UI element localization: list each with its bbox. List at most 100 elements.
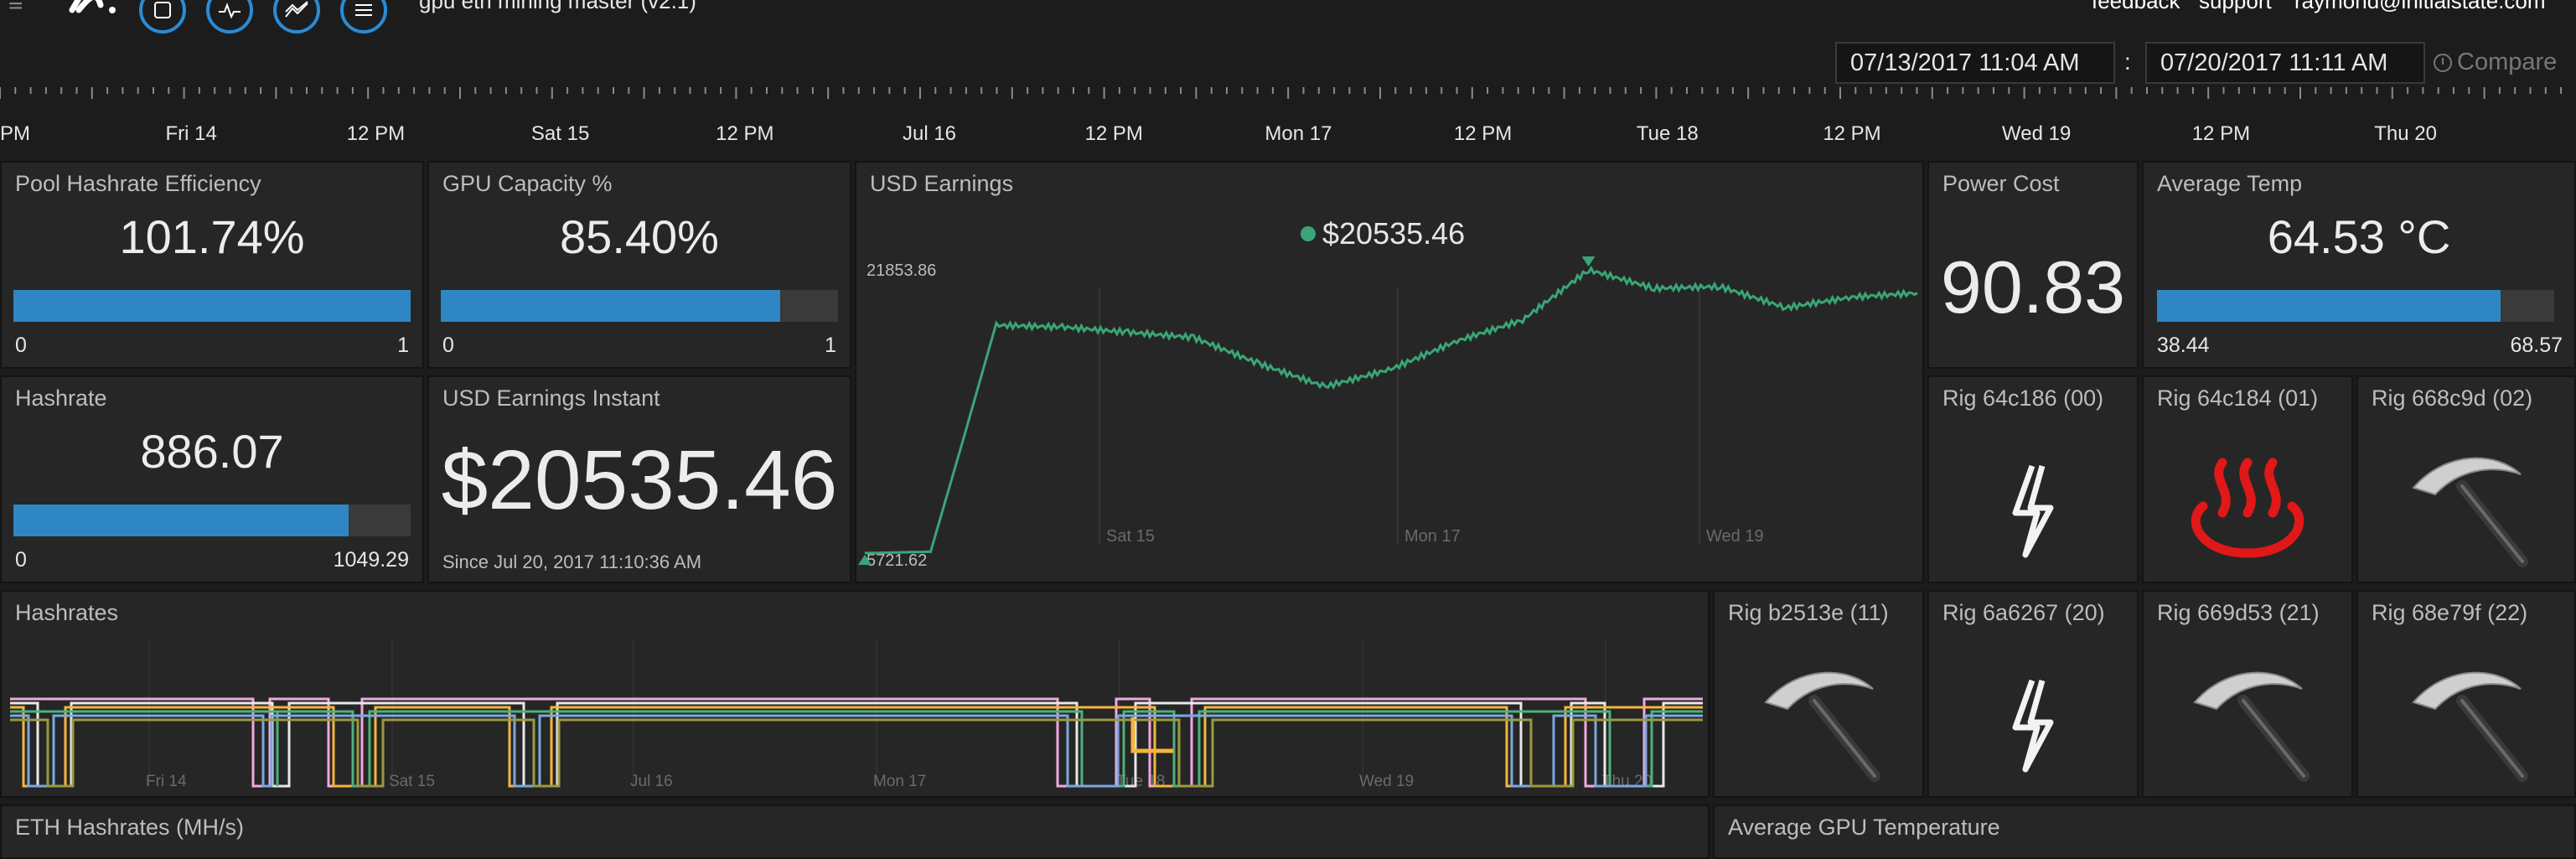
x-tick-label: Mon 17 (873, 773, 926, 790)
pool-efficiency-value: 101.74% (119, 210, 305, 263)
date-separator: : (2124, 49, 2131, 75)
hashrate-series-line (10, 714, 1703, 788)
x-tick-label: Mon 17 (1404, 527, 1461, 546)
tile-title: Pool Hashrate Efficiency (15, 171, 261, 196)
hashrates-chart[interactable]: Fri 14 Sat 15 Jul 16 Mon 17 Tue 18 Wed 19 Thu … (2, 592, 1710, 798)
usd-earnings-chart[interactable]: Sat 15 Mon 17 Wed 19 (856, 163, 1924, 583)
tile-rig-02[interactable]: Rig 668c9d (02) (2356, 375, 2576, 583)
tile-title: Average Temp (2157, 171, 2303, 196)
tile-title: Rig 668c9d (02) (2372, 386, 2533, 411)
tile-average-gpu-temperature[interactable]: Average GPU Temperature (1713, 805, 2576, 859)
pool-efficiency-bar-fill (13, 290, 411, 322)
timeline-tick-label: 2 PM (0, 122, 31, 145)
timeline-tick-label: Wed 19 (2002, 122, 2072, 145)
lightning-icon (1929, 675, 2137, 776)
average-temp-value: 64.53 °C (2267, 210, 2451, 263)
max-marker (1581, 256, 1596, 266)
tile-title: Rig 64c184 (01) (2157, 386, 2319, 411)
pickaxe-icon (2358, 444, 2574, 570)
average-temp-bar (2157, 290, 2554, 322)
tile-average-temp[interactable]: Average Temp 64.53 °C 38.44 68.57 (2142, 161, 2576, 369)
tile-title: Rig 64c186 (00) (1942, 386, 2104, 411)
end-date-input[interactable]: 07/20/2017 11:11 AM (2145, 42, 2425, 84)
tile-usd-earnings[interactable]: USD Earnings $20535.46 21853.86 5721.62 … (855, 161, 1924, 583)
tile-title: GPU Capacity % (442, 171, 613, 196)
chart-icon[interactable] (273, 0, 320, 34)
x-tick-label: Wed 19 (1706, 527, 1764, 546)
tile-rig-11[interactable]: Rig b2513e (11) (1713, 590, 1924, 798)
hashrate-bar (13, 505, 411, 536)
bar-max-label: 68.57 (2510, 334, 2563, 357)
user-account-link[interactable]: raymond@initialstate.com (2294, 0, 2546, 14)
timeline-tick-label: Tue 18 (1636, 122, 1699, 145)
tile-rig-22[interactable]: Rig 68e79f (22) (2356, 590, 2576, 798)
menu-icon[interactable]: ≡ (8, 0, 23, 18)
feedback-link[interactable]: feedback (2092, 0, 2180, 14)
tile-title: Power Cost (1942, 171, 2060, 196)
timeline-tick-label: Thu 20 (2374, 122, 2437, 145)
tile-eth-hashrates[interactable]: ETH Hashrates (MH/s) (0, 805, 1710, 859)
top-bar: ≡ gpu eth mining master (v2.1) feedback … (0, 0, 2576, 39)
x-tick-label: Wed 19 (1359, 773, 1414, 790)
timeline-tick-label: Sat 15 (530, 122, 590, 145)
tile-hashrate[interactable]: Hashrate 886.07 0 1049.29 (0, 375, 424, 583)
compare-button[interactable]: Compare (2434, 49, 2557, 76)
tile-pool-efficiency[interactable]: Pool Hashrate Efficiency 101.74% 0 1 (0, 161, 424, 369)
list-icon[interactable] (340, 0, 387, 34)
lightning-icon (1929, 461, 2137, 561)
pickaxe-icon (1715, 659, 1922, 784)
timeline-tick-label: 12 PM (1084, 122, 1143, 145)
timeline-tick-label: Jul 16 (902, 122, 957, 145)
average-temp-bar-fill (2157, 290, 2501, 322)
pulse-icon[interactable] (206, 0, 253, 34)
tile-title: Rig 6a6267 (20) (1942, 600, 2105, 625)
clock-icon (2434, 53, 2452, 72)
dashboard-icon[interactable] (139, 0, 186, 34)
tile-gpu-capacity[interactable]: GPU Capacity % 85.40% 0 1 (427, 161, 851, 369)
bar-min-label: 38.44 (2157, 334, 2210, 357)
x-tick-label: Fri 14 (146, 773, 187, 790)
tile-rig-00[interactable]: Rig 64c186 (00) (1927, 375, 2139, 583)
timeline-tick-label: 12 PM (1453, 122, 1513, 145)
gpu-capacity-bar (441, 290, 838, 322)
timeline-tick-label: 12 PM (2191, 122, 2251, 145)
timeline-tick-label: Fri 14 (165, 122, 217, 145)
x-tick-label: Jul 16 (630, 773, 673, 790)
since-label: Since Jul 20, 2017 11:10:36 AM (442, 551, 702, 572)
pickaxe-icon (2358, 659, 2574, 784)
bar-max-label: 1049.29 (333, 548, 409, 572)
tile-title: Average GPU Temperature (1728, 815, 2000, 840)
logo-icon (67, 0, 126, 24)
tile-title: USD Earnings Instant (442, 386, 660, 411)
tile-rig-21[interactable]: Rig 669d53 (21) (2142, 590, 2353, 798)
gpu-capacity-bar-fill (441, 290, 780, 322)
timeline-tick-label: Mon 17 (1265, 122, 1332, 145)
bar-min-label: 0 (15, 548, 27, 572)
tile-rig-20[interactable]: Rig 6a6267 (20) (1927, 590, 2139, 798)
bar-min-label: 0 (15, 334, 27, 357)
tile-title: ETH Hashrates (MH/s) (15, 815, 245, 840)
tile-hashrates[interactable]: Hashrates Fri 14 Sat 15 Jul 16 Mon 17 Tue 18… (0, 590, 1710, 798)
tile-usd-earnings-instant[interactable]: USD Earnings Instant $20535.46 Since Jul… (427, 375, 851, 583)
pickaxe-icon (2144, 659, 2351, 784)
usd-instant-value: $20535.46 (441, 433, 838, 527)
support-link[interactable]: support (2199, 0, 2272, 14)
tile-title: Rig b2513e (11) (1728, 600, 1889, 625)
hashrate-value: 886.07 (140, 425, 284, 478)
tile-power-cost[interactable]: Power Cost 90.83 (1927, 161, 2139, 369)
pool-efficiency-bar (13, 290, 411, 322)
tile-title: Rig 68e79f (22) (2372, 600, 2528, 625)
earnings-line (864, 265, 1918, 555)
hashrate-bar-fill (13, 505, 349, 536)
timeline-tick-label: 12 PM (716, 122, 774, 145)
x-tick-label: Sat 15 (1106, 527, 1155, 546)
timeline-tick-label: 12 PM (1823, 122, 1881, 145)
start-date-input[interactable]: 07/13/2017 11:04 AM (1835, 42, 2115, 84)
page-title: gpu eth mining master (v2.1) (419, 0, 696, 13)
power-cost-value: 90.83 (1940, 246, 2126, 329)
gpu-capacity-value: 85.40% (560, 210, 719, 263)
bar-min-label: 0 (442, 334, 454, 357)
tile-rig-01[interactable]: Rig 64c184 (01) (2142, 375, 2353, 583)
hot-springs-icon (2144, 454, 2351, 563)
timeline-tick-label: 12 PM (346, 122, 406, 145)
